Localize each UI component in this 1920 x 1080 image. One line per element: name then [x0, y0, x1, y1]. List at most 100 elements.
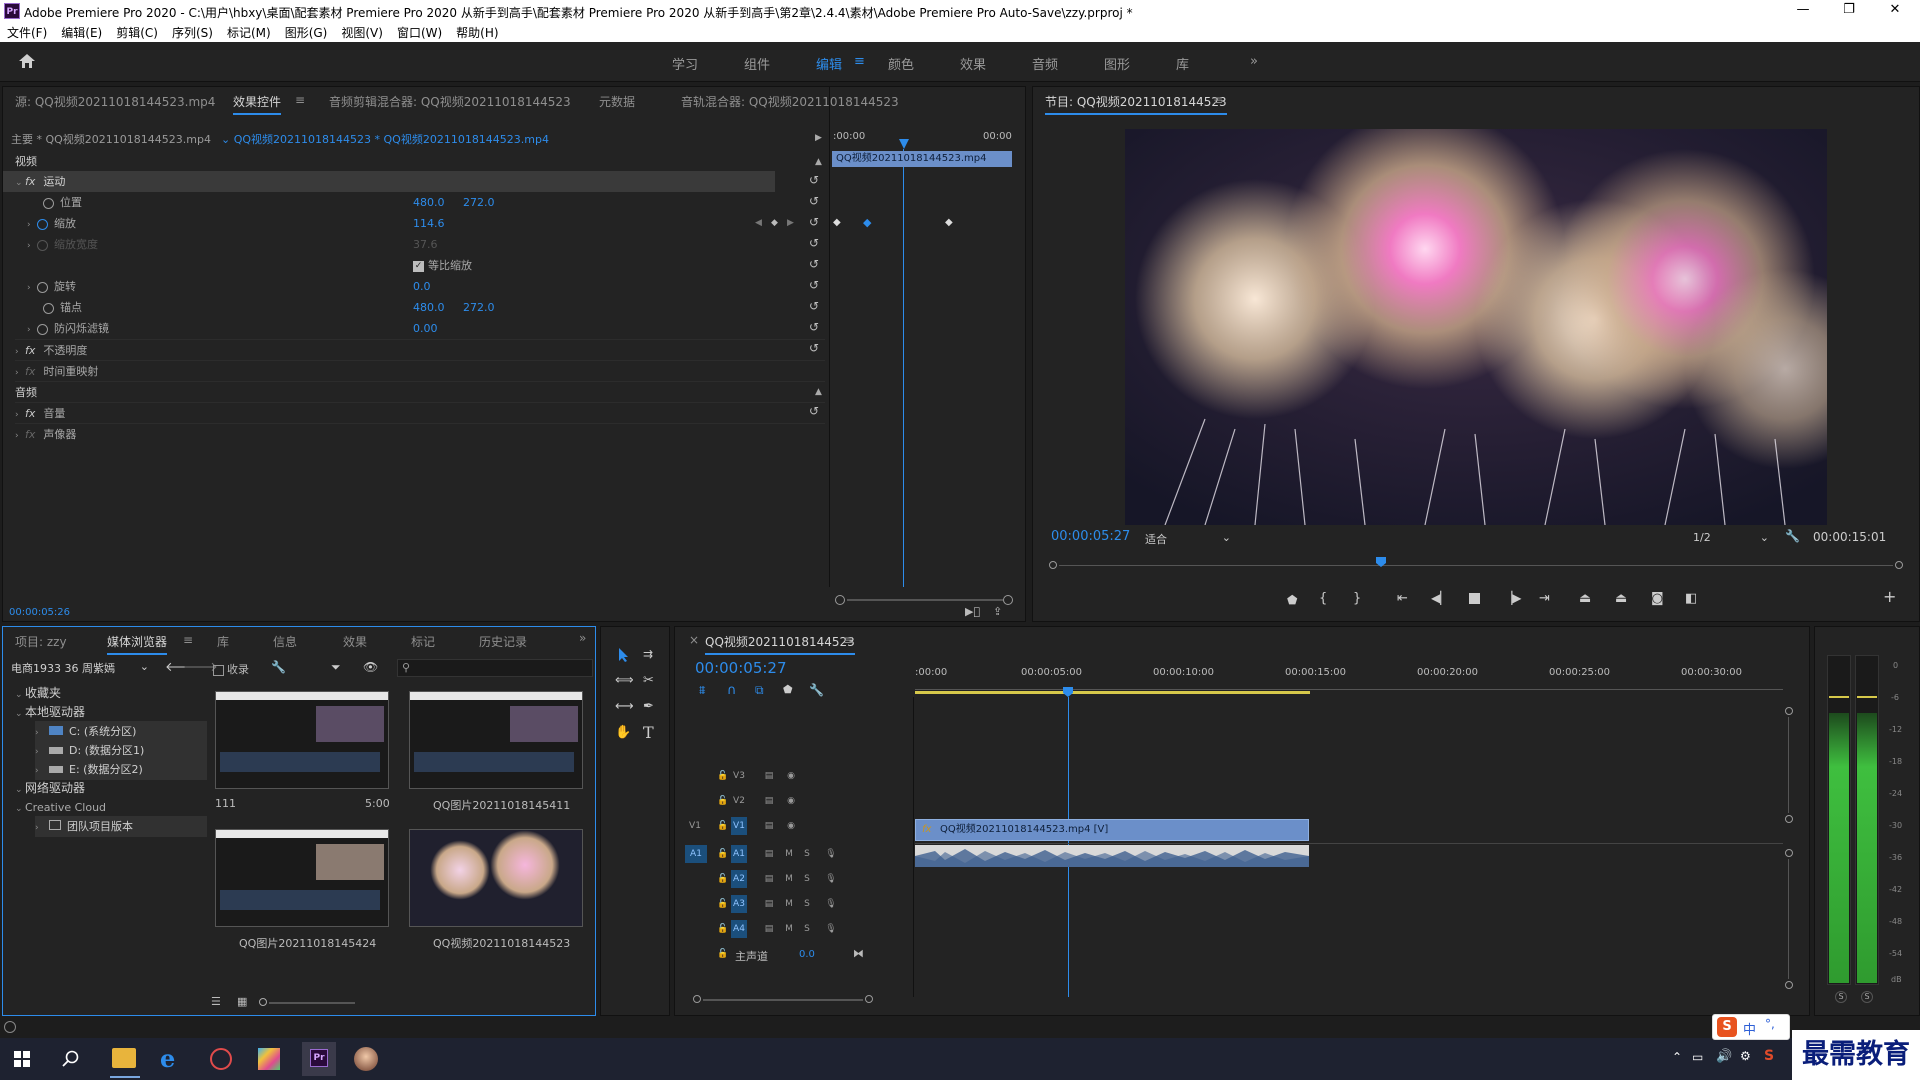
- reset-uniform-icon[interactable]: ↺: [809, 257, 819, 271]
- tab-info[interactable]: 信息: [273, 633, 297, 650]
- anchor-y-value[interactable]: 272.0: [463, 297, 495, 318]
- lock-icon[interactable]: 🔓: [715, 945, 731, 963]
- media-browser-menu-icon[interactable]: ≡: [183, 633, 193, 647]
- program-scrub-bar[interactable]: [1049, 559, 1905, 573]
- reset-scale-width-icon[interactable]: ↺: [809, 236, 819, 250]
- tab-audio-track-mixer[interactable]: 音轨混合器: QQ视频20211018144523: [681, 93, 899, 110]
- app-icon-colorful[interactable]: [258, 1048, 280, 1070]
- eye-icon[interactable]: ◉: [783, 792, 799, 810]
- next-keyframe-icon[interactable]: ▶: [787, 218, 794, 228]
- timeline-hscroll[interactable]: [703, 999, 863, 1001]
- nest-toggle-icon[interactable]: ⩩: [699, 683, 705, 698]
- timeline-menu-icon[interactable]: ≡: [843, 633, 853, 647]
- lock-icon[interactable]: 🔓: [715, 895, 731, 913]
- ime-punctuation-icon[interactable]: °,: [1765, 1017, 1775, 1031]
- location-dropdown[interactable]: 电商1933 36 周紫嫣 ⌄: [11, 660, 151, 676]
- position-x-value[interactable]: 480.0: [413, 192, 445, 213]
- sync-lock-icon[interactable]: ▤: [761, 895, 777, 913]
- type-tool-icon[interactable]: T: [643, 723, 654, 742]
- tab-menu-icon[interactable]: ≡: [295, 93, 305, 107]
- hscroll-right-handle[interactable]: [865, 995, 873, 1003]
- icon-view-icon[interactable]: ▦: [237, 995, 247, 1008]
- extract-icon[interactable]: ⏏: [1615, 591, 1627, 606]
- tree-drive-c[interactable]: › C: (系统分区): [35, 721, 207, 742]
- program-menu-icon[interactable]: ≡: [1213, 93, 1223, 107]
- eye-icon[interactable]: ◉: [783, 817, 799, 835]
- tree-drive-d[interactable]: › D: (数据分区1): [35, 740, 207, 761]
- tray-app-icon[interactable]: ⚙: [1740, 1049, 1751, 1063]
- reset-anchor-icon[interactable]: ↺: [809, 299, 819, 313]
- vscroll-video-bottom[interactable]: [1785, 815, 1793, 823]
- mini-timeline-clip[interactable]: QQ视频20211018144523.mp4: [832, 151, 1012, 167]
- reset-motion-icon[interactable]: ↺: [809, 173, 819, 187]
- stopwatch-icon[interactable]: [37, 281, 48, 293]
- linked-selection-icon[interactable]: ⧉: [755, 683, 764, 698]
- rotation-value[interactable]: 0.0: [413, 276, 431, 297]
- workspace-editing[interactable]: 编辑: [816, 54, 842, 73]
- timeline-playhead-icon[interactable]: [1063, 687, 1073, 697]
- program-timecode[interactable]: 00:00:05:27: [1051, 529, 1130, 544]
- keyframe-selected-icon[interactable]: ◆: [863, 216, 871, 229]
- edge-browser-icon[interactable]: e: [160, 1044, 175, 1073]
- tab-project[interactable]: 项目: zzy: [15, 633, 67, 650]
- filter-icon[interactable]: ⏷: [331, 660, 341, 675]
- anchor-x-value[interactable]: 480.0: [413, 297, 445, 318]
- scale-value[interactable]: 114.6: [413, 213, 445, 234]
- sync-lock-icon[interactable]: ▤: [761, 792, 777, 810]
- reset-rotation-icon[interactable]: ↺: [809, 278, 819, 292]
- effect-volume[interactable]: › fx 音量: [15, 402, 825, 423]
- workspace-menu-icon[interactable]: ≡: [854, 54, 865, 69]
- keyframe-end-icon[interactable]: ◆: [945, 217, 953, 228]
- workspace-effects[interactable]: 效果: [960, 54, 986, 73]
- stopwatch-icon[interactable]: [43, 197, 54, 209]
- track-v1-label[interactable]: V1: [731, 817, 747, 835]
- workspace-learning[interactable]: 学习: [672, 54, 698, 73]
- minimize-button[interactable]: —: [1780, 0, 1826, 22]
- tab-effect-controls[interactable]: 效果控件: [233, 93, 282, 115]
- app-icon-red[interactable]: [210, 1048, 232, 1070]
- vscroll-audio-top[interactable]: [1785, 849, 1793, 857]
- sync-lock-icon[interactable]: ▤: [761, 817, 777, 835]
- add-marker-icon[interactable]: ⬟: [783, 683, 793, 696]
- effect-panner[interactable]: › fx 声像器: [15, 423, 825, 444]
- sequence-clip-dropdown[interactable]: ⌄ QQ视频20211018144523 * QQ视频2021101814452…: [221, 129, 549, 150]
- mini-timeline-ruler[interactable]: :00:00 00:00: [831, 131, 1017, 149]
- microphone-icon[interactable]: 🎙: [823, 870, 839, 888]
- tab-effects[interactable]: 效果: [343, 633, 367, 650]
- close-sequence-icon[interactable]: ×: [689, 633, 699, 647]
- snap-magnet-icon[interactable]: ∩: [727, 683, 737, 698]
- pen-tool-icon[interactable]: ✒: [643, 699, 654, 714]
- thumbnail-111[interactable]: [215, 691, 389, 789]
- lift-icon[interactable]: ⏏: [1579, 591, 1591, 606]
- resolution-dropdown[interactable]: 1/2 ⌄: [1693, 531, 1773, 547]
- microphone-icon[interactable]: 🎙: [823, 920, 839, 938]
- sync-lock-icon[interactable]: ▤: [761, 767, 777, 785]
- stopwatch-icon[interactable]: [37, 323, 48, 335]
- stopwatch-icon[interactable]: [43, 302, 54, 314]
- effect-motion[interactable]: ⌄ fx 运动: [3, 171, 775, 192]
- menu-clip[interactable]: 剪辑(C): [109, 22, 165, 41]
- play-only-icon[interactable]: ▶: [815, 133, 822, 143]
- timeline-ruler[interactable]: :00:00 00:00:05:00 00:00:10:00 00:00:15:…: [915, 667, 1783, 695]
- ime-toolbar[interactable]: S 中 °,: [1712, 1014, 1790, 1040]
- tab-history[interactable]: 历史记录: [479, 633, 527, 650]
- lock-icon[interactable]: 🔓: [715, 767, 731, 785]
- search-icon[interactable]: [62, 1050, 80, 1068]
- tray-chevron-up-icon[interactable]: ⌃: [1672, 1050, 1682, 1064]
- vscroll-audio-track[interactable]: [1788, 859, 1789, 979]
- mute-button[interactable]: M: [781, 870, 797, 888]
- timeline-settings-wrench-icon[interactable]: 🔧: [809, 683, 824, 697]
- slip-tool-icon[interactable]: ⟷: [615, 699, 634, 714]
- zoom-handle-right[interactable]: [1003, 595, 1013, 605]
- thumbnail-qq-video[interactable]: [409, 829, 583, 927]
- video-collapse-icon[interactable]: ▲: [815, 157, 822, 167]
- selection-tool-icon[interactable]: [617, 647, 631, 663]
- microphone-icon[interactable]: 🎙: [823, 895, 839, 913]
- menu-view[interactable]: 视图(V): [334, 22, 390, 41]
- prev-keyframe-icon[interactable]: ◀: [755, 218, 762, 228]
- menu-window[interactable]: 窗口(W): [390, 22, 449, 41]
- keyframe-zoom-bar[interactable]: [847, 599, 1003, 601]
- thumbnail-qq-image-2[interactable]: [215, 829, 389, 927]
- program-monitor-title[interactable]: 节目: QQ视频20211018144523: [1045, 93, 1227, 115]
- workspace-assembly[interactable]: 组件: [744, 54, 770, 73]
